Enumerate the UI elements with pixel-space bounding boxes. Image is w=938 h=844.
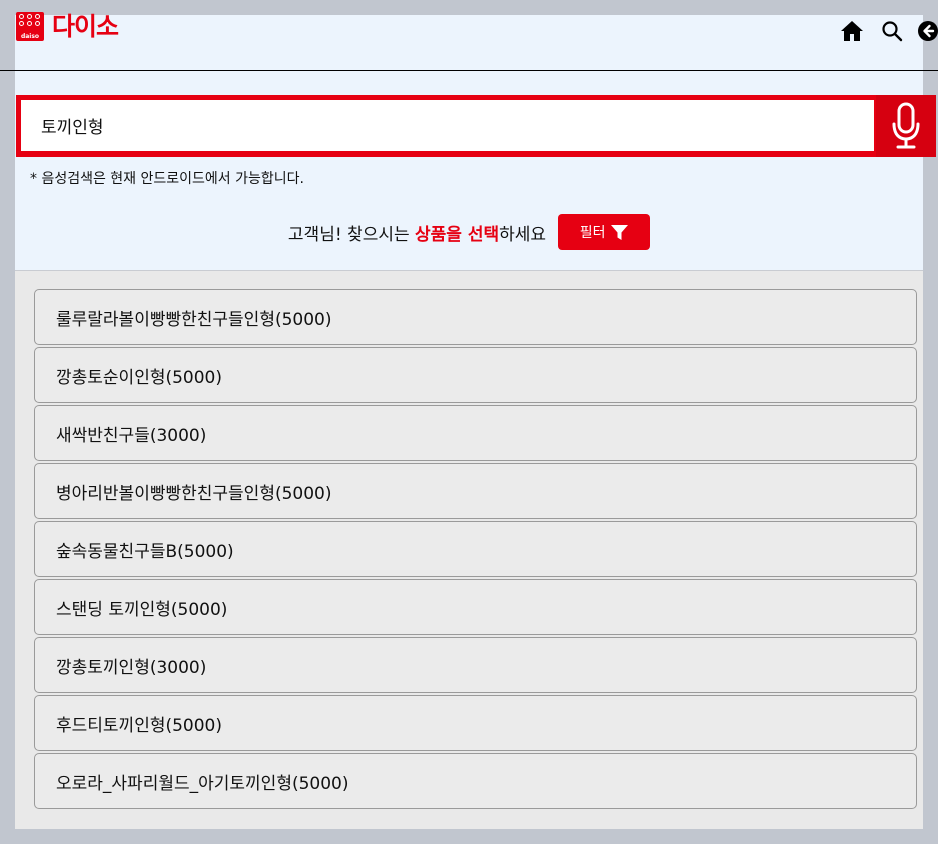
result-item[interactable]: 깡총토순이인형(5000) <box>34 347 917 403</box>
result-item[interactable]: 룰루랄라볼이빵빵한친구들인형(5000) <box>34 289 917 345</box>
result-item[interactable]: 병아리반볼이빵빵한친구들인형(5000) <box>34 463 917 519</box>
filter-button[interactable]: 필터 <box>558 214 651 250</box>
header: daiso 다이소 <box>0 0 938 71</box>
logo-text: 다이소 <box>52 12 119 41</box>
select-prompt: 고객님! 찾으시는 상품을 선택하세요 <box>288 220 546 245</box>
result-item[interactable]: 스탠딩 토끼인형(5000) <box>34 579 917 635</box>
logo-mark-icon: daiso <box>16 12 44 41</box>
prompt-suffix: 하세요 <box>499 224 547 245</box>
result-item[interactable]: 후드티토끼인형(5000) <box>34 695 917 751</box>
daiso-logo[interactable]: daiso 다이소 <box>16 12 119 41</box>
logo-small-text: daiso <box>20 33 40 40</box>
result-list: 룰루랄라볼이빵빵한친구들인형(5000) 깡총토순이인형(5000) 새싹반친구들(… <box>34 289 917 811</box>
prompt-highlight: 상품을 선택 <box>415 224 500 245</box>
select-prompt-row: 고객님! 찾으시는 상품을 선택하세요 필터 <box>0 214 938 250</box>
voice-search-button[interactable] <box>876 95 936 157</box>
result-item[interactable]: 깡총토끼인형(3000) <box>34 637 917 693</box>
voice-search-note: * 음성검색은 현재 안드로이드에서 가능합니다. <box>30 171 304 187</box>
home-icon[interactable] <box>840 19 864 43</box>
result-item[interactable]: 숲속동물친구들B(5000) <box>34 521 917 577</box>
prompt-prefix: 고객님! 찾으시는 <box>287 224 416 245</box>
result-item[interactable]: 새싹반친구들(3000) <box>34 405 917 461</box>
result-item[interactable]: 오로라_사파리월드_아기토끼인형(5000) <box>34 753 917 809</box>
filter-label: 필터 <box>579 225 606 241</box>
search-input[interactable] <box>21 100 874 151</box>
microphone-icon <box>892 102 920 149</box>
search-bar <box>16 95 936 157</box>
search-icon[interactable] <box>880 19 904 43</box>
back-icon[interactable] <box>918 19 938 43</box>
funnel-icon <box>611 224 629 240</box>
